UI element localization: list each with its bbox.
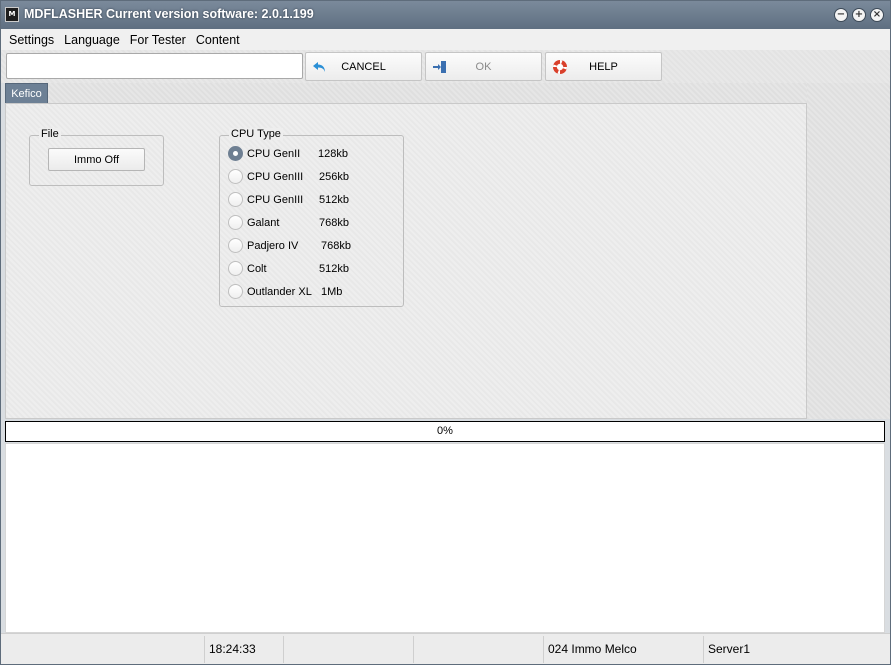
title-bar[interactable]: M MDFLASHER Current version software: 2.… bbox=[1, 1, 890, 29]
help-label: HELP bbox=[589, 61, 618, 73]
radio-button[interactable] bbox=[228, 238, 243, 253]
file-group-title: File bbox=[39, 128, 61, 140]
cpu-option-name: Colt bbox=[247, 263, 267, 275]
close-icon[interactable]: × bbox=[870, 8, 884, 22]
kefico-panel: File Immo Off CPU Type CPU GenII 128kb C… bbox=[5, 103, 807, 419]
status-cell-3 bbox=[283, 636, 413, 663]
cpu-option-2[interactable]: CPU GenIII 256kb bbox=[228, 168, 398, 186]
cpu-option-name: CPU GenII bbox=[247, 148, 301, 160]
maximize-icon[interactable]: + bbox=[852, 8, 866, 22]
cpu-option-1[interactable]: CPU GenII 128kb bbox=[228, 145, 398, 163]
ok-label: OK bbox=[475, 61, 492, 73]
immo-off-button[interactable]: Immo Off bbox=[48, 148, 145, 171]
radio-button[interactable] bbox=[228, 284, 243, 299]
log-area[interactable] bbox=[5, 443, 885, 633]
status-time: 18:24:33 bbox=[204, 636, 283, 663]
immo-off-label: Immo Off bbox=[73, 154, 120, 166]
radio-button[interactable] bbox=[228, 169, 243, 184]
app-logo-icon: M bbox=[5, 7, 19, 22]
cpu-option-3[interactable]: CPU GenIII 512kb bbox=[228, 191, 398, 209]
menu-for-tester[interactable]: For Tester bbox=[126, 33, 190, 47]
menu-settings[interactable]: Settings bbox=[5, 33, 58, 47]
status-cell-1 bbox=[3, 636, 203, 663]
status-bar: 18:24:33 024 Immo Melco Server1 bbox=[1, 633, 890, 664]
cpu-option-name: CPU GenIII bbox=[247, 194, 304, 206]
progress-bar: 0% bbox=[5, 421, 885, 442]
cpu-option-size: 128kb bbox=[318, 148, 348, 160]
status-cell-4 bbox=[413, 636, 543, 663]
path-input[interactable] bbox=[6, 53, 303, 79]
cpu-option-size: 512kb bbox=[319, 194, 349, 206]
cpu-option-6[interactable]: Colt 512kb bbox=[228, 260, 398, 278]
toolbar: CANCEL OK HELP bbox=[1, 50, 890, 83]
status-module: 024 Immo Melco bbox=[543, 636, 703, 663]
ok-button[interactable]: OK bbox=[425, 52, 542, 81]
right-side-area bbox=[807, 83, 890, 419]
help-button[interactable]: HELP bbox=[545, 52, 662, 81]
cpu-option-name: Padjero IV bbox=[247, 240, 299, 252]
app-window: M MDFLASHER Current version software: 2.… bbox=[0, 0, 891, 665]
cpu-option-name: CPU GenIII bbox=[247, 171, 304, 183]
cpu-type-group: CPU Type CPU GenII 128kb CPU GenIII 256k… bbox=[219, 128, 404, 307]
cpu-option-name: Galant bbox=[247, 217, 280, 229]
cpu-option-7[interactable]: Outlander XL 1Mb bbox=[228, 283, 398, 301]
progress-text: 0% bbox=[437, 425, 453, 437]
window-title: MDFLASHER Current version software: 2.0.… bbox=[24, 7, 314, 21]
cancel-label: CANCEL bbox=[341, 61, 386, 73]
radio-button[interactable] bbox=[228, 146, 243, 161]
tab-strip-background bbox=[48, 83, 807, 103]
cpu-option-size: 512kb bbox=[319, 263, 349, 275]
cpu-option-size: 256kb bbox=[319, 171, 349, 183]
tab-kefico[interactable]: Kefico bbox=[5, 83, 48, 103]
menu-language[interactable]: Language bbox=[60, 33, 124, 47]
radio-button[interactable] bbox=[228, 192, 243, 207]
status-server: Server1 bbox=[703, 636, 889, 663]
cpu-option-name: Outlander XL bbox=[247, 286, 312, 298]
cpu-option-size: 1Mb bbox=[321, 286, 343, 298]
menu-bar: Settings Language For Tester Content bbox=[1, 29, 890, 50]
cpu-option-size: 768kb bbox=[321, 240, 351, 252]
cancel-button[interactable]: CANCEL bbox=[305, 52, 422, 81]
radio-button[interactable] bbox=[228, 261, 243, 276]
menu-content[interactable]: Content bbox=[192, 33, 244, 47]
cpu-option-size: 768kb bbox=[319, 217, 349, 229]
cpu-option-5[interactable]: Padjero IV 768kb bbox=[228, 237, 398, 255]
cpu-type-title: CPU Type bbox=[229, 128, 283, 140]
radio-button[interactable] bbox=[228, 215, 243, 230]
file-group: File Immo Off bbox=[29, 128, 164, 186]
cpu-option-4[interactable]: Galant 768kb bbox=[228, 214, 398, 232]
minimize-icon[interactable]: − bbox=[834, 8, 848, 22]
